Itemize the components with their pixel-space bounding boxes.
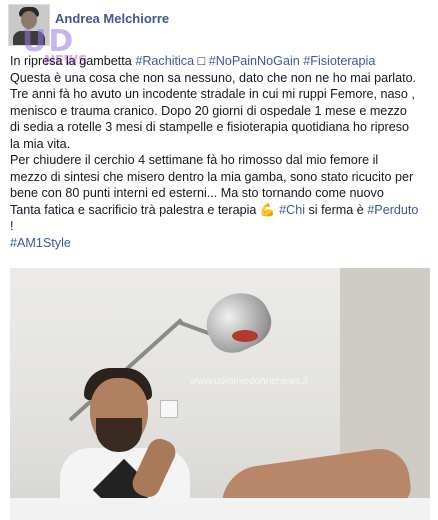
post-text-line: #AM1Style [10,235,430,252]
text-segment: 💪 [259,202,280,217]
text-segment: □ [194,54,209,68]
post-text-line: Per chiudere il cerchio 4 settimane fà h… [10,152,430,169]
text-segment: ! [10,219,14,233]
text-segment: si ferma è [305,202,368,217]
post-header: Andrea Melchiorre UD NEWS [0,0,438,69]
post-text-line: Tre anni fà ho avuto un incodente strada… [10,86,430,103]
post-text-line: menisco e trauma cranico. Dopo 20 giorni… [10,103,430,120]
text-segment: di sedia a rotelle 3 mesi di stampelle e… [10,120,410,134]
text-segment: la mia vita. [10,136,71,151]
hashtag-link[interactable]: #Rachitica [135,54,194,68]
photo-watermark: www.uominiedonnenews.it [190,376,308,387]
text-segment: Questa è una cosa che non sa nessuno, da… [10,70,417,85]
hashtag-link[interactable]: #Fisioterapia [303,54,375,68]
text-segment: In ripresa la gambetta [10,54,136,68]
hashtag-link[interactable]: #NoPainNoGain [209,54,300,68]
post-text-line: bene con 80 punti interni ed esterni... … [10,185,430,202]
text-segment: Per chiudere il cerchio 4 settimane fà h… [10,153,379,167]
wall-socket [160,400,178,418]
hashtag-link[interactable]: #Chi [279,203,305,217]
text-segment: menisco e trauma cranico. Dopo 20 giorni… [10,103,407,118]
post-text-line: la mia vita. [10,136,430,153]
post-text-line: In ripresa la gambetta #Rachitica □ #NoP… [10,53,430,70]
lamp-bulb [232,330,258,342]
text-segment: Tre anni fà ho avuto un incodente strada… [10,87,415,101]
post-text-line: Tanta fatica e sacrificio trà palestra e… [10,202,430,219]
facebook-post: Andrea Melchiorre UD NEWS In ripresa la … [0,0,438,520]
bed-sheet [10,498,430,520]
post-text-line: Questa è una cosa che non sa nessuno, da… [10,70,430,87]
post-text-line: ! [10,218,430,235]
hashtag-link[interactable]: #AM1Style [10,236,71,250]
post-text-line: di sedia a rotelle 3 mesi di stampelle e… [10,119,430,136]
text-segment: bene con 80 punti interni ed esterni... … [10,186,384,200]
post-photo[interactable]: www.uominiedonnenews.it [10,268,430,520]
text-segment: Tanta fatica e sacrificio trà palestra e… [10,202,260,217]
text-segment: mezzo di sintesi che misero dentro la mi… [10,169,414,184]
hashtag-link[interactable]: #Perduto [367,203,418,217]
post-text: In ripresa la gambetta #Rachitica □ #NoP… [10,53,430,251]
post-text-line: mezzo di sintesi che misero dentro la mi… [10,169,430,186]
